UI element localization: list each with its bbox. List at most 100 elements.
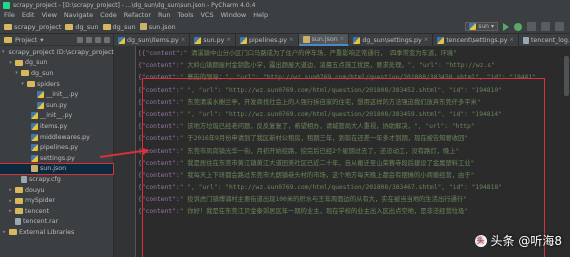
- run-config-select[interactable]: sun ▾: [465, 22, 498, 31]
- code-line: {"content":" 你好！我是在东莞江贝金泰郊居区年一期的业主，现在学校的…: [138, 206, 570, 218]
- menu-item-run[interactable]: Run: [158, 11, 170, 19]
- project-tree: ▾ scrapy_project (D:\scrapy_project) ▾ dg_s…: [0, 46, 116, 238]
- json-key: {"content":: [138, 98, 180, 106]
- menu-item-view[interactable]: View: [41, 11, 56, 19]
- code-line: [{"content":" 清溪镇中山分小区门口马路成为了住户的停车场，严重影响…: [138, 48, 570, 60]
- menu-item-file[interactable]: File: [4, 11, 15, 19]
- hide-icon[interactable]: [104, 36, 110, 43]
- close-icon[interactable]: ×: [289, 37, 294, 43]
- breadcrumb-item[interactable]: dg_sun: [102, 22, 136, 31]
- expand-arrow-icon[interactable]: ▾: [8, 60, 13, 66]
- breadcrumb-item[interactable]: dg_sun: [65, 23, 99, 31]
- scrollbar-thumb[interactable]: [564, 56, 569, 96]
- expand-arrow-icon[interactable]: ▾: [14, 70, 19, 76]
- help-icon[interactable]: [555, 22, 564, 31]
- tree-item[interactable]: ▸ douyu: [0, 185, 113, 196]
- menu-item-navigate[interactable]: Navigate: [64, 11, 93, 19]
- close-icon[interactable]: ×: [226, 37, 231, 43]
- tree-item[interactable]: __init__.py: [0, 111, 113, 122]
- code-editor[interactable]: [{"content":" 清溪镇中山分小区门口马路成为了住户的停车场，严重影响…: [114, 46, 570, 257]
- tree-item[interactable]: ▾ dg_sun: [0, 58, 113, 69]
- tree-item[interactable]: ▾ scrapy_project (D:\scrapy_project): [0, 47, 116, 58]
- menu-item-tools[interactable]: Tools: [177, 11, 193, 19]
- stop-icon[interactable]: [527, 22, 536, 31]
- collapse-arrow-icon[interactable]: ▸: [8, 208, 13, 214]
- json-file-icon: [31, 165, 38, 173]
- tree-item[interactable]: items.py: [0, 121, 113, 132]
- tree-item[interactable]: middlewares.py: [0, 132, 113, 143]
- toolbar: scrapy_project dg_sun dg_sun sun.json sun ▾: [0, 20, 570, 34]
- tree-item[interactable]: __init__.py: [0, 89, 113, 100]
- tab-dg-sun-settings-py[interactable]: dg_sun\settings.py ×: [349, 34, 434, 46]
- tab-tencent-log-log[interactable]: tencent_log.log×: [519, 34, 570, 46]
- breadcrumb-item[interactable]: scrapy_project: [4, 23, 61, 31]
- tree-item[interactable]: tencent.rar: [0, 217, 113, 228]
- collapse-arrow-icon[interactable]: ▸: [8, 187, 13, 193]
- menu-item-help[interactable]: Help: [253, 11, 268, 19]
- json-value: " 我是居住在东莞市黄江镇黄江大道田美社区已近二十年，自从搬迁至山荣赛寺段后建设…: [179, 159, 475, 167]
- folder-icon: [65, 23, 74, 30]
- title-bar: scrapy_project - [D:\scrapy_project] - .…: [0, 0, 570, 10]
- editor-scrollbar[interactable]: [562, 46, 570, 257]
- code-line: {"content":" ", "url": "http://wz.sun076…: [138, 85, 570, 97]
- tree-item[interactable]: ▸ mySpider: [0, 195, 113, 206]
- json-value: " ", "url": "http://wz.sun0769.com/html/…: [179, 110, 502, 118]
- breadcrumb: scrapy_project dg_sun dg_sun sun.json: [4, 23, 176, 31]
- close-icon[interactable]: ×: [424, 37, 429, 43]
- menu-item-refactor[interactable]: Refactor: [124, 11, 151, 19]
- tree-item-label: External Libraries: [19, 228, 75, 236]
- menu-item-code[interactable]: Code: [100, 11, 117, 19]
- breadcrumb-item[interactable]: sun.json: [139, 23, 176, 31]
- tab-sun-py[interactable]: sun.py ×: [190, 34, 236, 46]
- settings-icon[interactable]: [541, 22, 550, 31]
- collapse-icon[interactable]: [86, 36, 92, 43]
- folder-icon: [102, 23, 111, 30]
- close-icon[interactable]: ×: [181, 37, 186, 43]
- tree-item-label: scrapy_project (D:\scrapy_project): [8, 48, 117, 56]
- gear-icon[interactable]: [95, 36, 101, 43]
- expand-arrow-icon[interactable]: ▾: [20, 81, 25, 87]
- json-key: {"content":: [138, 62, 180, 70]
- tree-item-label: items.py: [40, 122, 68, 130]
- breadcrumb-label: dg_sun: [112, 22, 136, 31]
- menu-item-vcs[interactable]: VCS: [200, 11, 213, 19]
- tab-tencent-settings-py[interactable]: tencent\settings.py ×: [433, 34, 520, 46]
- menu-item-edit[interactable]: Edit: [22, 11, 35, 19]
- tab-label: dg_sun\items.py: [127, 36, 179, 44]
- tree-item[interactable]: scrapy.cfg: [0, 174, 113, 185]
- window-title: scrapy_project - [D:\scrapy_project] - .…: [13, 1, 256, 9]
- tree-item[interactable]: ▸ External Libraries: [0, 227, 113, 238]
- tree-item[interactable]: sun.json: [0, 162, 114, 176]
- tab-dg-sun-items-py[interactable]: dg_sun\items.py ×: [114, 34, 191, 46]
- tree-item[interactable]: ▾ spiders: [0, 79, 113, 90]
- project-panel-header: Project ▾: [0, 34, 113, 46]
- collapse-arrow-icon[interactable]: ▸: [8, 198, 13, 204]
- close-icon[interactable]: ×: [340, 36, 345, 42]
- tree-item[interactable]: pipelines.py: [0, 142, 113, 153]
- menu-item-window[interactable]: Window: [221, 11, 247, 19]
- tree-item[interactable]: settings.py: [0, 153, 113, 164]
- tree-item-label: sun.py: [46, 101, 67, 109]
- tree-item[interactable]: sun.py: [0, 100, 113, 111]
- tree-item[interactable]: ▸ tencent: [0, 206, 113, 217]
- tree-item[interactable]: ▾ dg_sun: [0, 68, 113, 79]
- project-icon: [4, 36, 12, 43]
- json-key: {"content":: [138, 147, 180, 155]
- project-panel: Project ▾ ▾ scrapy_project (D:\scrapy_pro…: [0, 34, 116, 257]
- project-panel-title[interactable]: Project: [15, 36, 37, 44]
- debug-icon[interactable]: [514, 22, 522, 31]
- tab-sun-json[interactable]: sun.json ×: [298, 34, 350, 46]
- code-line: {"content":" 投诉虎门镇博涌村主要街道出现100米的积水与王年周面边…: [138, 194, 570, 206]
- collapse-arrow-icon[interactable]: ▸: [2, 229, 7, 235]
- json-key: {"content":: [138, 135, 180, 143]
- run-icon[interactable]: [503, 22, 509, 31]
- json-value: " 该地方垃圾已经老问题，反反复复了，希望相办，请城管局大人重视，协助解决，",…: [179, 123, 475, 131]
- python-file-icon: [118, 36, 125, 44]
- sync-icon[interactable]: [77, 36, 83, 43]
- code-area[interactable]: [{"content":" 清溪镇中山分小区门口马路成为了住户的停车场，严重影响…: [138, 48, 570, 219]
- folder-icon: [15, 59, 23, 66]
- chevron-down-icon[interactable]: ▾: [40, 36, 43, 44]
- expand-arrow-icon[interactable]: ▾: [2, 49, 5, 55]
- tab-pipelines-py[interactable]: pipelines.py ×: [236, 34, 299, 46]
- close-icon[interactable]: ×: [509, 37, 514, 43]
